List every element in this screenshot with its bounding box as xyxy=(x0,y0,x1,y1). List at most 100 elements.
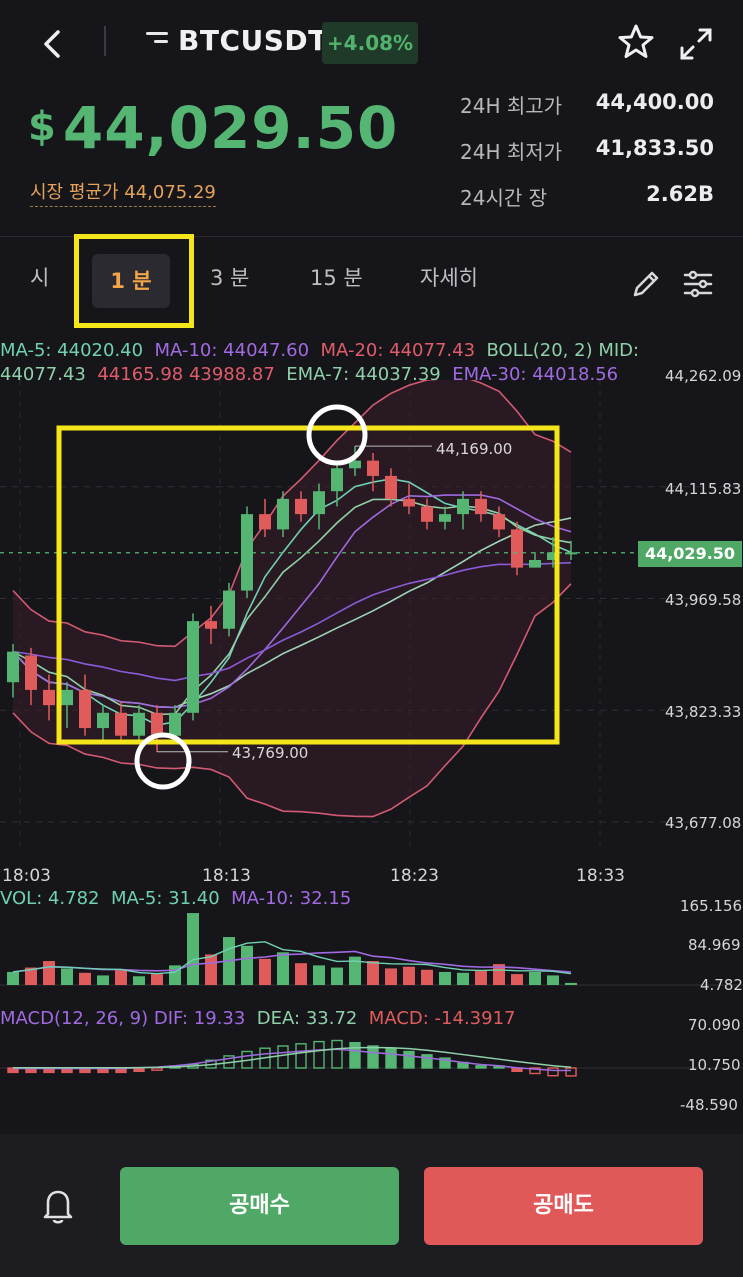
macd-legend: MACD(12, 26, 9) xyxy=(0,1008,149,1029)
vol-axis-label: 4.782 xyxy=(700,976,743,994)
macd-histogram-bar xyxy=(367,1045,379,1069)
macd-histogram-bar xyxy=(349,1041,361,1069)
candle-body xyxy=(331,468,343,492)
candle-body xyxy=(97,712,109,729)
volume-bar xyxy=(61,968,73,985)
price-axis-label: 43,823.33 xyxy=(665,703,742,721)
candle-body xyxy=(403,498,415,507)
macd-value: MACD: -14.3917 xyxy=(368,1008,516,1029)
volume-bar xyxy=(151,974,163,985)
favorite-star-icon[interactable] xyxy=(616,22,656,62)
pencil-icon[interactable] xyxy=(630,268,662,300)
tab-15m[interactable]: 15 분 xyxy=(310,262,363,292)
macd-histogram-bar xyxy=(475,1065,487,1069)
low-price-marker: 43,769.00 xyxy=(232,744,309,762)
menu-icon[interactable] xyxy=(140,32,168,52)
currency-symbol: $ xyxy=(28,104,57,150)
candle-body xyxy=(439,514,451,522)
tab-detail[interactable]: 자세히 xyxy=(420,262,478,292)
volume-bar xyxy=(43,961,55,985)
macd-histogram-bar xyxy=(547,1067,559,1077)
candle-body xyxy=(529,559,541,568)
macd-dif: DIF: 19.33 xyxy=(153,1008,246,1029)
macd-histogram-bar xyxy=(403,1050,415,1069)
indicator-settings-icon[interactable] xyxy=(682,268,714,300)
volume-bar xyxy=(115,969,127,985)
candle-body xyxy=(169,712,181,736)
candle-body xyxy=(457,498,469,515)
volume-bar xyxy=(313,965,325,985)
candle-body xyxy=(385,475,397,499)
macd-dea: DEA: 33.72 xyxy=(256,1008,358,1029)
macd-axis-label: 10.750 xyxy=(688,1056,741,1074)
macd-histogram-bar xyxy=(151,1067,163,1071)
market-average-label: 시장 평균가 xyxy=(30,182,119,203)
candle-body xyxy=(367,460,379,476)
volume-bar xyxy=(475,971,487,985)
volume-bar xyxy=(367,961,379,985)
short-button[interactable]: 공매도 xyxy=(424,1167,703,1245)
stat-value-high: 44,400.00 xyxy=(595,90,714,114)
volume-bar xyxy=(205,954,217,985)
current-price-tag: 44,029.50 xyxy=(638,541,742,567)
long-button[interactable]: 공매수 xyxy=(120,1167,399,1245)
candle-body xyxy=(43,689,55,706)
volume-bar xyxy=(529,971,541,985)
volume-bar xyxy=(187,913,199,985)
high-price-marker: 44,169.00 xyxy=(436,440,513,458)
last-price-value: 44,029.50 xyxy=(62,94,399,162)
candle-body xyxy=(25,655,37,690)
macd-histogram-bar xyxy=(565,1067,577,1077)
expand-icon[interactable] xyxy=(676,24,716,64)
volume-bar xyxy=(295,963,307,985)
volume-bar xyxy=(511,974,523,985)
price-axis-label: 43,969.58 xyxy=(665,591,742,609)
macd-histogram-bar xyxy=(277,1045,289,1069)
highlight-box-tab xyxy=(74,234,194,328)
volume-chart xyxy=(0,913,743,986)
volume-bar xyxy=(133,976,145,985)
volume-bar xyxy=(439,971,451,985)
volume-bar xyxy=(457,972,469,985)
header-divider xyxy=(104,26,106,56)
candlestick-chart[interactable] xyxy=(0,380,743,890)
candle-body xyxy=(7,651,19,683)
boll-legend: BOLL(20, 2) MID: xyxy=(486,340,640,361)
candle-body xyxy=(223,590,235,629)
market-average-value: 44,075.29 xyxy=(124,182,216,203)
ma20-legend: MA-20: 44077.43 xyxy=(320,340,476,361)
volume-bar xyxy=(547,975,559,985)
vol-axis-label: 165.156 xyxy=(680,897,743,915)
volume-bar xyxy=(241,945,253,985)
time-axis-label: 18:33 xyxy=(576,866,625,886)
tab-3m[interactable]: 3 분 xyxy=(210,262,249,292)
macd-axis-label: -48.590 xyxy=(680,1096,738,1114)
candle-body xyxy=(151,712,163,736)
volume-bar xyxy=(277,952,289,985)
price-axis-label: 44,262.09 xyxy=(665,367,742,385)
candle-body xyxy=(259,514,271,530)
market-average[interactable]: 시장 평균가 44,075.29 xyxy=(30,178,216,207)
candle-body xyxy=(421,506,433,522)
candle-body xyxy=(205,621,217,629)
volume-bar xyxy=(79,972,91,985)
candle-body xyxy=(115,712,127,736)
bell-icon[interactable] xyxy=(40,1186,76,1226)
ma5-legend: MA-5: 44020.40 xyxy=(0,340,144,361)
volume-bar xyxy=(385,968,397,985)
macd-histogram-bar xyxy=(331,1039,343,1069)
candle-body xyxy=(277,498,289,530)
volume-ma5-line xyxy=(12,941,572,975)
macd-chart xyxy=(0,1039,743,1077)
back-button[interactable] xyxy=(36,24,72,64)
pair-title[interactable]: BTCUSDT xyxy=(178,24,328,57)
candle-body xyxy=(61,689,73,706)
candle-body xyxy=(493,514,505,530)
vol-axis-label: 84.969 xyxy=(688,936,741,954)
tab-time[interactable]: 시 xyxy=(30,262,49,292)
volume-bar xyxy=(565,982,577,985)
chevron-left-icon xyxy=(44,30,60,58)
time-axis-label: 18:13 xyxy=(202,866,251,886)
candle-body xyxy=(511,529,523,568)
change-badge: +4.08% xyxy=(322,22,418,64)
